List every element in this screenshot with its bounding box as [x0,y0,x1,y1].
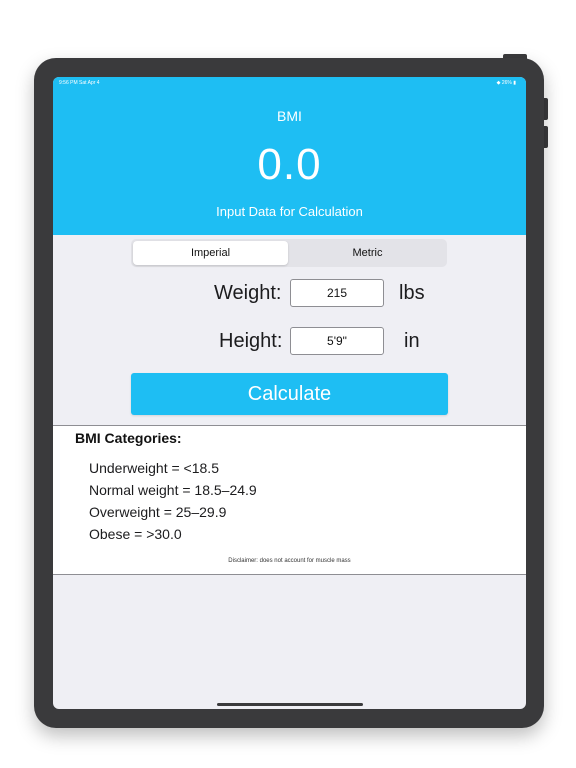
bmi-categories-panel: BMI Categories: Underweight = <18.5 Norm… [53,425,526,575]
calculate-button[interactable]: Calculate [131,373,448,415]
segment-imperial[interactable]: Imperial [133,241,288,265]
volume-up-button [544,98,548,120]
category-item: Underweight = <18.5 [89,460,219,476]
status-bar: 9:56 PM Sat Apr 4 ◆ 26% ▮ [53,77,526,89]
weight-unit: lbs [399,282,425,304]
units-segmented-control: Imperial Metric [131,239,447,267]
home-indicator[interactable] [217,703,363,706]
height-label: Height: [219,330,283,352]
weight-input[interactable] [290,279,384,307]
volume-down-button [544,126,548,148]
weight-label: Weight: [214,282,282,304]
header-subtitle: Input Data for Calculation [216,204,363,219]
app-screen: 9:56 PM Sat Apr 4 ◆ 26% ▮ BMI 0.0 Input … [53,77,526,709]
categories-list: Underweight = <18.5 Normal weight = 18.5… [89,457,257,545]
height-unit: in [404,330,420,352]
disclaimer-text: Disclaimer: does not account for muscle … [228,558,351,564]
category-item: Overweight = 25–29.9 [89,504,227,520]
segment-metric[interactable]: Metric [290,241,445,265]
categories-title: BMI Categories: [75,430,182,446]
category-item: Normal weight = 18.5–24.9 [89,482,257,498]
result-header: 9:56 PM Sat Apr 4 ◆ 26% ▮ BMI 0.0 Input … [53,77,526,235]
bmi-value: 0.0 [257,140,322,189]
category-item: Obese = >30.0 [89,526,182,542]
status-time: 9:56 PM Sat Apr 4 [59,80,100,86]
battery-indicator: ◆ 26% ▮ [496,80,516,86]
page-title: BMI [277,108,302,124]
height-input[interactable] [290,327,384,355]
